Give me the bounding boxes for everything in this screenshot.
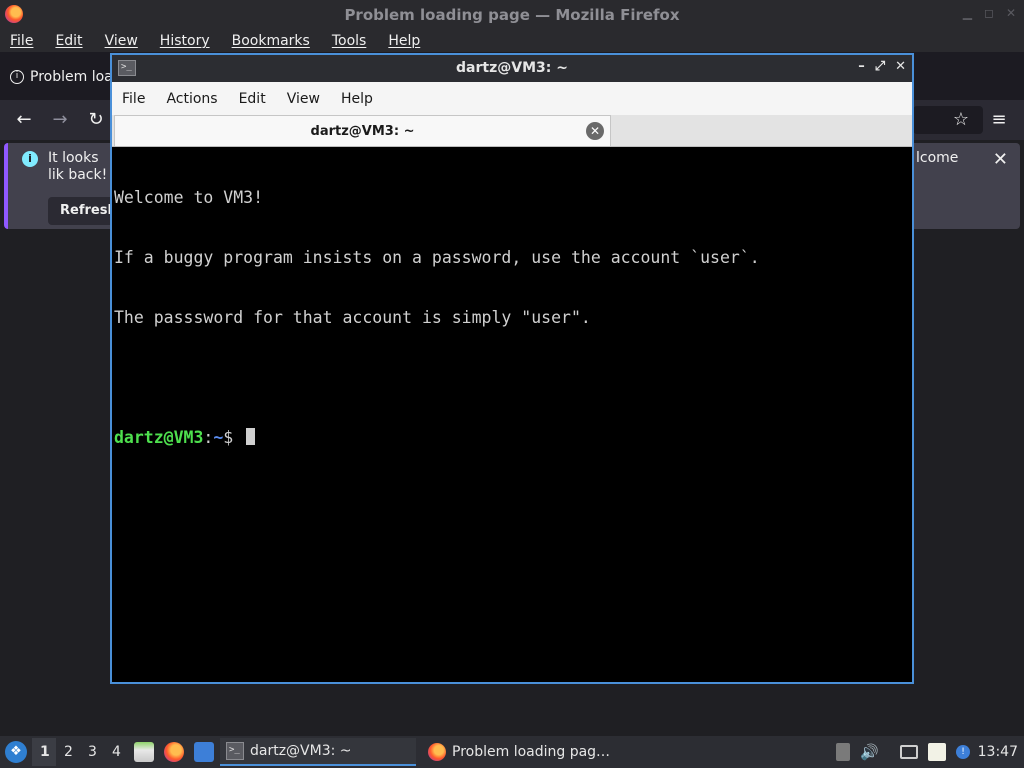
bookmark-star-icon[interactable]: ☆ bbox=[949, 108, 973, 132]
firefox-launcher-icon[interactable] bbox=[164, 742, 184, 762]
workspace-2[interactable]: 2 bbox=[64, 744, 73, 760]
terminal-tab-label: dartz@VM3: ~ bbox=[310, 123, 415, 139]
terminal-tab[interactable]: dartz@VM3: ~ ✕ bbox=[114, 115, 611, 146]
prompt-separator: : bbox=[203, 428, 214, 447]
reload-icon[interactable]: ↻ bbox=[84, 108, 108, 132]
firefox-menubar: File Edit View History Bookmarks Tools H… bbox=[0, 30, 1024, 52]
firefox-titlebar: Problem loading page — Mozilla Firefox ▁… bbox=[0, 0, 1024, 30]
taskbar-task-terminal[interactable]: >_ dartz@VM3: ~ bbox=[220, 738, 416, 766]
terminal-menu-view[interactable]: View bbox=[287, 91, 320, 107]
firefox-menu-tools[interactable]: Tools bbox=[332, 33, 367, 49]
firefox-logo-icon bbox=[5, 5, 23, 23]
firefox-close-icon[interactable]: ✕ bbox=[1006, 6, 1016, 20]
terminal-minimize-icon[interactable]: – bbox=[858, 59, 865, 74]
taskbar-task-firefox[interactable]: Problem loading pag… bbox=[424, 738, 624, 766]
workspace-4[interactable]: 4 bbox=[112, 744, 121, 760]
workspace-3[interactable]: 3 bbox=[88, 744, 97, 760]
clipboard-icon[interactable] bbox=[928, 743, 946, 761]
firefox-menu-history[interactable]: History bbox=[160, 33, 210, 49]
hamburger-menu-icon[interactable]: ≡ bbox=[987, 108, 1011, 132]
prompt-symbol: $ bbox=[223, 428, 244, 447]
prompt-path: ~ bbox=[213, 428, 224, 447]
terminal-menu-help[interactable]: Help bbox=[341, 91, 373, 107]
terminal-tabbar: dartz@VM3: ~ ✕ bbox=[112, 115, 912, 147]
terminal-menu-edit[interactable]: Edit bbox=[239, 91, 266, 107]
terminal-line: If a buggy program insists on a password… bbox=[114, 248, 760, 267]
network-icon[interactable] bbox=[900, 745, 918, 759]
tab-close-icon[interactable]: ✕ bbox=[586, 122, 604, 140]
forward-arrow-icon[interactable]: → bbox=[48, 108, 72, 132]
notification-icon[interactable]: ! bbox=[956, 745, 970, 759]
firefox-window-title: Problem loading page — Mozilla Firefox bbox=[344, 6, 680, 24]
refresh-button[interactable]: Refresh bbox=[48, 197, 118, 225]
firefox-minimize-icon[interactable]: ▁ bbox=[963, 6, 972, 20]
taskbar-task-label: Problem loading pag… bbox=[452, 744, 611, 760]
system-tray: 🔊 ! bbox=[836, 743, 970, 761]
firefox-menu-edit[interactable]: Edit bbox=[55, 33, 82, 49]
terminal-close-icon[interactable]: ✕ bbox=[895, 59, 906, 74]
firefox-window-controls: ▁ ◻ ✕ bbox=[963, 6, 1016, 20]
terminal-window: >_ dartz@VM3: ~ – ⤢ ✕ File Actions Edit … bbox=[110, 53, 914, 684]
firefox-tab-label: Problem loa bbox=[30, 69, 113, 85]
file-manager-icon[interactable] bbox=[134, 742, 154, 762]
volume-icon[interactable]: 🔊 bbox=[860, 743, 879, 761]
terminal-cursor bbox=[246, 428, 256, 445]
back-arrow-icon[interactable]: ← bbox=[12, 108, 36, 132]
terminal-window-title: dartz@VM3: ~ bbox=[456, 60, 568, 76]
notification-close-icon[interactable]: ✕ bbox=[993, 149, 1008, 170]
notification-text: It looks lik back! bbox=[48, 150, 108, 183]
terminal-menu-actions[interactable]: Actions bbox=[166, 91, 217, 107]
terminal-prompt-line: dartz@VM3:~$ bbox=[114, 428, 910, 448]
info-icon: i bbox=[10, 70, 24, 84]
notification-text-tail: lcome bbox=[916, 150, 959, 166]
firefox-menu-bookmarks[interactable]: Bookmarks bbox=[232, 33, 310, 49]
firefox-tab[interactable]: i Problem loa bbox=[0, 58, 120, 96]
clock[interactable]: 13:47 bbox=[978, 744, 1018, 760]
terminal-menubar: File Actions Edit View Help bbox=[112, 82, 912, 115]
firefox-menu-help[interactable]: Help bbox=[388, 33, 420, 49]
prompt-user-host: dartz@VM3 bbox=[114, 428, 204, 447]
start-menu-icon[interactable]: ❖ bbox=[5, 741, 27, 763]
terminal-icon: >_ bbox=[226, 742, 244, 760]
terminal-menu-file[interactable]: File bbox=[122, 91, 145, 107]
taskbar: ❖ 1 2 3 4 >_ dartz@VM3: ~ Problem loadin… bbox=[0, 736, 1024, 768]
workspace-1[interactable]: 1 bbox=[40, 744, 50, 760]
info-circle-icon: i bbox=[22, 151, 38, 167]
desktop-icon[interactable] bbox=[194, 742, 214, 762]
terminal-line: The passsword for that account is simply… bbox=[114, 308, 591, 327]
terminal-titlebar[interactable]: >_ dartz@VM3: ~ – ⤢ ✕ bbox=[112, 55, 912, 82]
firefox-icon bbox=[428, 743, 446, 761]
firefox-menu-view[interactable]: View bbox=[105, 33, 138, 49]
firefox-maximize-icon[interactable]: ◻ bbox=[984, 6, 994, 20]
terminal-line: Welcome to VM3! bbox=[114, 188, 264, 207]
terminal-window-controls: – ⤢ ✕ bbox=[858, 59, 906, 74]
terminal-output[interactable]: Welcome to VM3! If a buggy program insis… bbox=[114, 148, 910, 682]
firefox-menu-file[interactable]: File bbox=[10, 33, 33, 49]
tray-storage-icon[interactable] bbox=[836, 743, 850, 761]
taskbar-task-label: dartz@VM3: ~ bbox=[250, 743, 352, 759]
terminal-maximize-icon[interactable]: ⤢ bbox=[875, 59, 885, 74]
